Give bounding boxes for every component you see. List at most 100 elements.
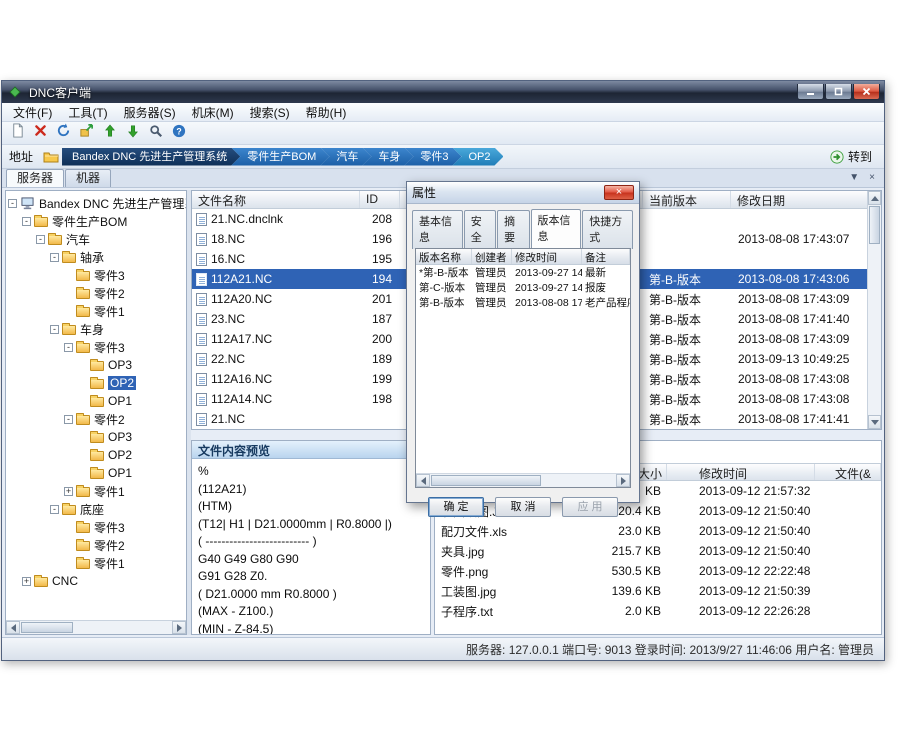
preview-line: ( -------------------------- ) — [198, 533, 424, 551]
version-column-header[interactable]: 版本名称 — [416, 249, 472, 264]
scroll-thumb[interactable] — [21, 622, 73, 633]
version-column-header[interactable]: 备注 — [582, 249, 630, 264]
attachment-row[interactable]: 零件.png530.5 KB2013-09-12 22:22:48 — [435, 561, 881, 581]
attachment-row[interactable]: 子程序.txt2.0 KB2013-09-12 22:26:28 — [435, 601, 881, 621]
version-column-header[interactable]: 创建者 — [472, 249, 512, 264]
title-bar[interactable]: DNC客户端 — [2, 81, 884, 103]
pane-close-icon[interactable]: × — [869, 172, 875, 183]
dialog-close-button[interactable]: × — [604, 185, 634, 200]
tree-item-label: CNC — [52, 574, 78, 588]
export-button[interactable] — [76, 123, 97, 144]
column-header-date[interactable]: 修改日期 — [731, 191, 869, 208]
tree-expand-icon[interactable]: + — [64, 487, 73, 496]
tree-collapse-icon[interactable]: - — [36, 235, 45, 244]
scroll-down-button[interactable] — [868, 415, 881, 429]
dialog-tab[interactable]: 安全 — [464, 210, 496, 249]
menu-item[interactable]: 帮助(H) — [298, 102, 355, 123]
tree-expand-icon[interactable]: + — [22, 577, 31, 586]
menu-item[interactable]: 服务器(S) — [116, 102, 184, 123]
tree-item[interactable]: -零件3 — [6, 338, 186, 356]
attachment-row[interactable]: 配刀文件.xls23.0 KB2013-09-12 21:50:40 — [435, 521, 881, 541]
tree-collapse-icon[interactable]: - — [8, 199, 17, 208]
delete-button[interactable] — [30, 123, 51, 144]
attachment-row[interactable]: 夹具.jpg215.7 KB2013-09-12 21:50:40 — [435, 541, 881, 561]
scroll-thumb[interactable] — [431, 475, 541, 486]
version-row[interactable]: *第-B-版本管理员2013-09-27 14:最新 — [416, 265, 630, 280]
menu-item[interactable]: 搜索(S) — [242, 102, 298, 123]
tree-item[interactable]: 零件3 — [6, 518, 186, 536]
tree-item[interactable]: +零件1 — [6, 482, 186, 500]
tree-item[interactable]: -零件2 — [6, 410, 186, 428]
maximize-button[interactable] — [825, 84, 852, 100]
tree-item[interactable]: 零件3 — [6, 266, 186, 284]
tree-item[interactable]: 零件2 — [6, 536, 186, 554]
scroll-up-button[interactable] — [868, 191, 881, 205]
dialog-tab[interactable]: 版本信息 — [531, 209, 582, 248]
version-row[interactable]: 第-B-版本管理员2013-08-08 17:老产品程序 — [416, 295, 630, 310]
scroll-left-button[interactable] — [416, 474, 430, 487]
tree-item[interactable]: OP2 — [6, 374, 186, 392]
attachment-row[interactable]: 工装图.jpg139.6 KB2013-09-12 21:50:39 — [435, 581, 881, 601]
menu-item[interactable]: 文件(F) — [5, 102, 60, 123]
tree-item[interactable]: -车身 — [6, 320, 186, 338]
tree-collapse-icon[interactable]: - — [22, 217, 31, 226]
dialog-horizontal-scrollbar[interactable] — [416, 473, 630, 487]
tree-item[interactable]: 零件1 — [6, 302, 186, 320]
menu-item[interactable]: 工具(T) — [60, 102, 115, 123]
close-button[interactable] — [853, 84, 880, 100]
search-button[interactable] — [145, 123, 166, 144]
tree-item[interactable]: OP1 — [6, 464, 186, 482]
column-header-version[interactable]: 当前版本 — [643, 191, 731, 208]
version-time: 2013-09-27 14: — [512, 266, 582, 280]
version-row[interactable]: 第-C-版本管理员2013-09-27 14:报废 — [416, 280, 630, 295]
scroll-thumb[interactable] — [869, 206, 880, 244]
tree-item[interactable]: OP3 — [6, 428, 186, 446]
breadcrumb-segment[interactable]: Bandex DNC 先进生产管理系统 — [62, 148, 240, 166]
apply-button[interactable]: 应 用 — [562, 497, 618, 517]
tree-item[interactable]: OP2 — [6, 446, 186, 464]
tree-item[interactable]: 零件2 — [6, 284, 186, 302]
tree-item[interactable]: 零件1 — [6, 554, 186, 572]
tree-item[interactable]: -Bandex DNC 先进生产管理系统 — [6, 194, 186, 212]
breadcrumb-segment[interactable]: 零件生产BOM — [231, 148, 329, 166]
tree-collapse-icon[interactable]: - — [64, 343, 73, 352]
file-list-vertical-scrollbar[interactable] — [867, 191, 881, 429]
tree-item[interactable]: OP3 — [6, 356, 186, 374]
tree-collapse-icon[interactable]: - — [64, 415, 73, 424]
ok-button[interactable]: 确 定 — [428, 497, 484, 517]
tree-horizontal-scrollbar[interactable] — [6, 620, 186, 634]
dialog-tab[interactable]: 基本信息 — [412, 210, 463, 249]
tree-item[interactable]: -底座 — [6, 500, 186, 518]
tree-item[interactable]: OP1 — [6, 392, 186, 410]
view-tab[interactable]: 服务器 — [6, 169, 64, 187]
scroll-left-button[interactable] — [6, 621, 20, 634]
dialog-tab[interactable]: 摘要 — [497, 210, 529, 249]
cancel-button[interactable]: 取 消 — [495, 497, 551, 517]
column-header-time[interactable]: 修改时间 — [667, 464, 815, 480]
menu-item[interactable]: 机床(M) — [184, 102, 242, 123]
column-header-id[interactable]: ID — [360, 191, 400, 208]
chevron-down-icon[interactable]: ▼ — [849, 172, 859, 183]
minimize-button[interactable] — [797, 84, 824, 100]
upload-button[interactable] — [99, 123, 120, 144]
tree-item[interactable]: -零件生产BOM — [6, 212, 186, 230]
tree-collapse-icon[interactable]: - — [50, 253, 59, 262]
version-column-header[interactable]: 修改时间 — [512, 249, 582, 264]
dialog-title-bar[interactable]: 属性 × — [407, 182, 639, 204]
column-header-file[interactable]: 文件(& — [815, 464, 881, 480]
scroll-right-button[interactable] — [616, 474, 630, 487]
scroll-right-button[interactable] — [172, 621, 186, 634]
dialog-tab[interactable]: 快捷方式 — [582, 210, 633, 249]
download-button[interactable] — [122, 123, 143, 144]
tree-item[interactable]: -轴承 — [6, 248, 186, 266]
refresh-button[interactable] — [53, 123, 74, 144]
column-header-name[interactable]: 文件名称 — [192, 191, 360, 208]
tree-item[interactable]: + CNC — [6, 572, 186, 590]
tree-collapse-icon[interactable]: - — [50, 325, 59, 334]
go-button[interactable]: 转到 — [825, 147, 877, 166]
tree-collapse-icon[interactable]: - — [50, 505, 59, 514]
new-file-button[interactable] — [7, 123, 28, 144]
view-tab[interactable]: 机器 — [65, 169, 111, 187]
help-button[interactable]: ? — [168, 123, 189, 144]
tree-item[interactable]: -汽车 — [6, 230, 186, 248]
